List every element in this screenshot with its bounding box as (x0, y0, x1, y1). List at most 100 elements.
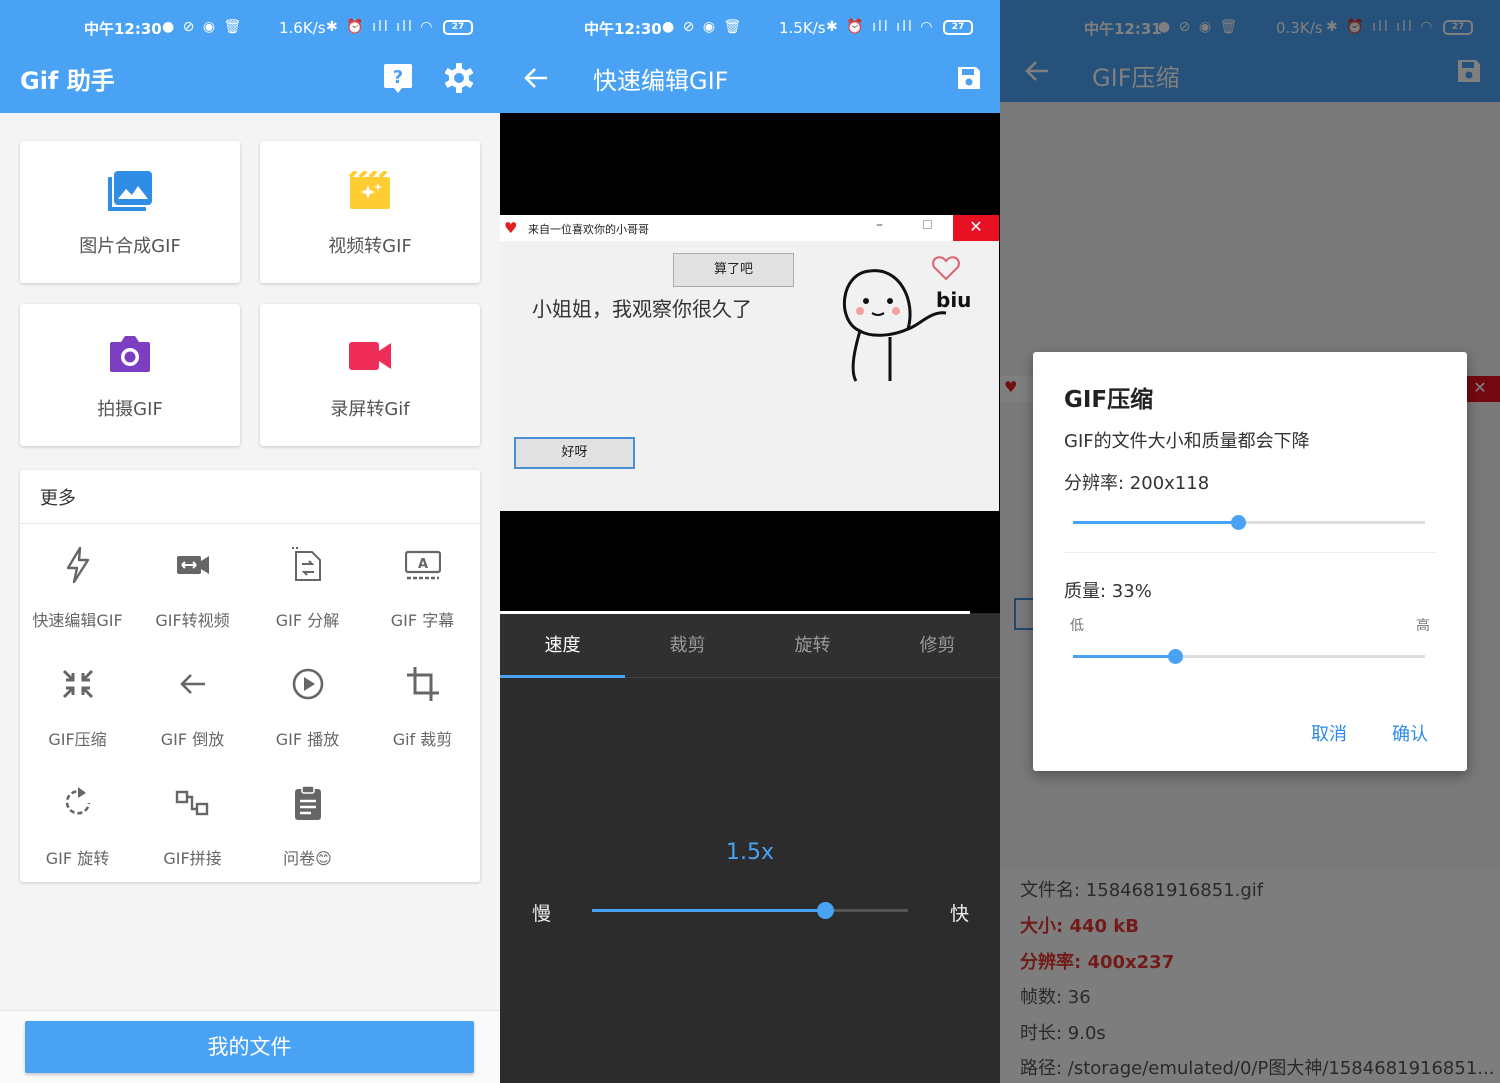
tab-trim[interactable]: 修剪 (875, 614, 1000, 678)
speed-slider-thumb[interactable] (817, 902, 835, 919)
edit-tabs: 速度 裁剪 旋转 修剪 (500, 614, 1000, 678)
tile-screen-record-gif[interactable]: 录屏转Gif (260, 304, 480, 446)
more-item-label: GIF 倒放 (160, 730, 225, 749)
resolution-slider-thumb[interactable] (1230, 515, 1246, 530)
slow-label: 慢 (532, 903, 552, 925)
resolution-slider[interactable] (1073, 515, 1425, 530)
more-item-label: Gif 裁剪 (392, 730, 453, 749)
editor-app-bar: 中午12:30 ● ⊘ ◉ 🗑 1.5K/s ✱ ⏰ ıll ıll ◠ 27 … (500, 0, 1000, 113)
notification-icons: ● ⊘ ◉ 🗑 (662, 19, 744, 35)
quick-edit-screen: 中午12:30 ● ⊘ ◉ 🗑 1.5K/s ✱ ⏰ ıll ıll ◠ 27 … (500, 0, 1000, 1083)
more-item-gif-subtitle[interactable]: A GIF 字幕 (365, 524, 480, 634)
more-item-survey[interactable]: 问卷😊 (250, 762, 365, 872)
more-item-quick-edit[interactable]: 快速编辑GIF (20, 524, 135, 634)
sticker-character-icon: biu (842, 256, 971, 382)
screenshot-composite: 中午12:30 ● ⊘ ◉ 🗑 1.6K/s ✱ ⏰ ıll ıll ◠ 27 … (0, 0, 1500, 1083)
speed-slider-fill (592, 909, 826, 912)
dialog-description: GIF的文件大小和质量都会下降 (1064, 431, 1310, 452)
more-item-label: GIF 分解 (275, 611, 340, 630)
status-time: 中午12:30 (84, 20, 162, 38)
status-bar: 中午12:30 ● ⊘ ◉ 🗑 1.6K/s ✱ ⏰ ıll ıll ◠ 27 (0, 0, 500, 58)
more-item-label: GIF压缩 (48, 730, 107, 749)
signal-icons: ✱ ⏰ ıll ıll ◠ (326, 19, 435, 35)
speed-slider[interactable] (592, 902, 908, 919)
sticker-text: biu (936, 288, 971, 312)
more-item-label: 快速编辑GIF (32, 611, 123, 630)
dialog-title: GIF压缩 (1064, 387, 1154, 413)
image-icon (108, 171, 152, 211)
tile-capture-gif[interactable]: 拍摄GIF (20, 304, 240, 446)
editor-title: 快速编辑GIF (593, 67, 729, 95)
svg-text:?: ? (393, 67, 403, 88)
cancel-button[interactable]: 取消 (1311, 720, 1347, 746)
gear-icon (444, 63, 474, 93)
tile-label: 视频转GIF (328, 236, 412, 257)
my-files-button[interactable]: 我的文件 (25, 1021, 474, 1073)
quality-slider[interactable] (1073, 649, 1425, 664)
more-item-gif-compress[interactable]: GIF压缩 (20, 643, 135, 753)
network-speed: 1.5K/s (779, 19, 826, 37)
more-item-gif-crop[interactable]: Gif 裁剪 (365, 643, 480, 753)
confirm-button[interactable]: 确认 (1392, 720, 1428, 746)
settings-button[interactable] (438, 57, 480, 99)
battery-icon: 27 (943, 20, 973, 35)
notification-icons: ● ⊘ ◉ 🗑 (162, 19, 244, 35)
signal-icons: ✱ ⏰ ıll ıll ◠ (826, 19, 935, 35)
help-button[interactable]: ? (377, 57, 419, 99)
quality-label: 质量: 33% (1064, 581, 1152, 602)
join-icon (175, 790, 209, 816)
more-item-gif-to-video[interactable]: GIF转视频 (135, 524, 250, 634)
quality-low-label: 低 (1070, 618, 1084, 634)
flash-icon (66, 546, 90, 584)
camera-icon (110, 336, 150, 372)
quality-slider-fill (1073, 655, 1176, 658)
more-item-gif-join[interactable]: GIF拼接 (135, 762, 250, 872)
resolution-label: 分辨率: 200x118 (1064, 473, 1210, 494)
back-button[interactable] (515, 57, 557, 99)
tile-label: 录屏转Gif (330, 399, 410, 420)
tab-speed[interactable]: 速度 (500, 614, 625, 678)
quality-slider-thumb[interactable] (1167, 649, 1183, 664)
rotate-icon (65, 787, 91, 815)
save-button[interactable] (948, 57, 990, 99)
heart-icon: ♥ (504, 219, 518, 237)
gif-button-top: 算了吧 (673, 253, 794, 287)
more-item-gif-play[interactable]: GIF 播放 (250, 643, 365, 753)
more-item-gif-reverse[interactable]: GIF 倒放 (135, 643, 250, 753)
divider (1064, 552, 1436, 553)
gif-window-title: 来自一位喜欢你的小哥哥 (528, 223, 649, 236)
gif-window-titlebar: ♥ 来自一位喜欢你的小哥哥 – ☐ ✕ (500, 215, 999, 241)
subtitle-icon: A (405, 550, 441, 580)
more-item-gif-split[interactable]: GIF 分解 (250, 524, 365, 634)
play-circle-icon (292, 668, 324, 700)
tile-video-to-gif[interactable]: 视频转GIF (260, 141, 480, 283)
save-icon (958, 67, 980, 89)
maximize-icon: ☐ (922, 218, 933, 232)
more-item-gif-rotate[interactable]: GIF 旋转 (20, 762, 135, 872)
resolution-slider-fill (1073, 521, 1239, 524)
minimize-icon: – (876, 217, 883, 233)
close-icon: ✕ (953, 215, 999, 241)
speed-value: 1.5x (725, 840, 774, 865)
tab-rotate[interactable]: 旋转 (750, 614, 875, 678)
more-item-label: 问卷😊 (283, 849, 332, 868)
more-item-label: GIF转视频 (155, 611, 230, 630)
video-camera-icon (349, 342, 391, 370)
more-item-label: GIF 播放 (275, 730, 340, 749)
home-app-bar: 中午12:30 ● ⊘ ◉ 🗑 1.6K/s ✱ ⏰ ıll ıll ◠ 27 … (0, 0, 500, 113)
video-clip-icon (348, 171, 390, 209)
more-title: 更多 (40, 488, 76, 509)
tile-label: 拍摄GIF (97, 399, 163, 420)
arrow-back-icon (524, 68, 547, 88)
bottom-bar: 我的文件 (0, 1010, 500, 1083)
crop-icon (407, 667, 439, 701)
arrow-back-icon (180, 674, 205, 694)
app-title: Gif 助手 (20, 67, 115, 95)
status-time: 中午12:30 (584, 20, 662, 38)
gif-preview: ♥ 来自一位喜欢你的小哥哥 – ☐ ✕ 算了吧 小姐姐，我观察你很久了 好呀 b… (500, 113, 1000, 613)
split-file-icon (292, 547, 321, 581)
home-screen: 中午12:30 ● ⊘ ◉ 🗑 1.6K/s ✱ ⏰ ıll ıll ◠ 27 … (0, 0, 500, 1083)
tab-crop[interactable]: 裁剪 (625, 614, 750, 678)
video-convert-icon (177, 556, 209, 574)
tile-images-to-gif[interactable]: 图片合成GIF (20, 141, 240, 283)
